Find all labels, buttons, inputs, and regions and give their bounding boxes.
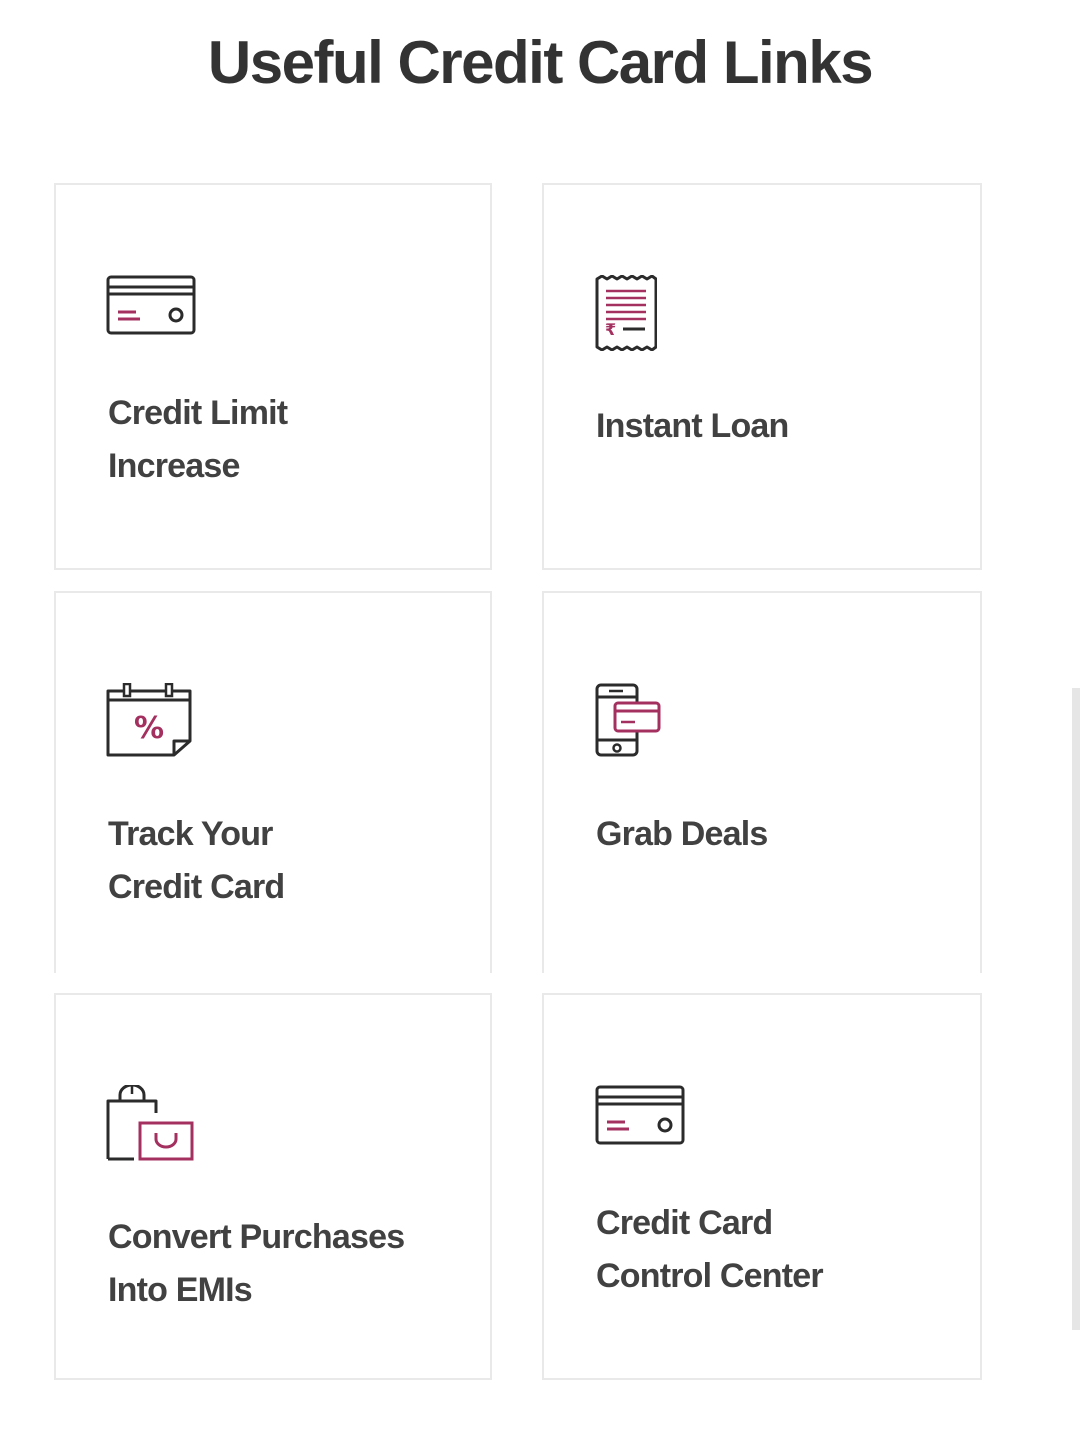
card-track-your-credit-card[interactable]: % Track Your Credit Card xyxy=(54,591,492,973)
card-label-line2: Credit Card xyxy=(108,868,285,906)
card-instant-loan[interactable]: ₹ Instant Loan xyxy=(542,183,982,570)
rupee-receipt-icon: ₹ xyxy=(595,275,657,351)
card-label-line1: Grab Deals xyxy=(596,815,768,853)
svg-text:%: % xyxy=(134,711,164,746)
scrollbar[interactable] xyxy=(1072,688,1080,1330)
card-label-line1: Credit Limit xyxy=(108,394,288,432)
card-label-line1: Instant Loan xyxy=(596,407,789,445)
card-convert-purchases-into-emis[interactable]: Convert Purchases Into EMIs xyxy=(54,993,492,1380)
card-grab-deals[interactable]: Grab Deals xyxy=(542,591,982,973)
page-title: Useful Credit Card Links xyxy=(207,29,874,96)
credit-card-icon xyxy=(595,1085,685,1145)
shopping-bags-icon xyxy=(106,1085,194,1161)
card-credit-limit-increase[interactable]: Credit Limit Increase xyxy=(54,183,492,570)
mobile-card-icon xyxy=(595,683,661,757)
card-label-line2: Control Center xyxy=(596,1257,824,1295)
card-label-line1: Credit Card xyxy=(596,1204,773,1242)
card-label-line1: Track Your xyxy=(108,815,273,853)
svg-text:₹: ₹ xyxy=(605,320,616,339)
calendar-percent-icon: % xyxy=(106,683,192,757)
card-credit-card-control-center[interactable]: Credit Card Control Center xyxy=(542,993,982,1380)
card-label-line1: Convert Purchases xyxy=(108,1218,405,1256)
card-label-line2: Into EMIs xyxy=(108,1271,253,1309)
card-label-line2: Increase xyxy=(108,447,240,485)
credit-card-icon xyxy=(106,275,196,335)
